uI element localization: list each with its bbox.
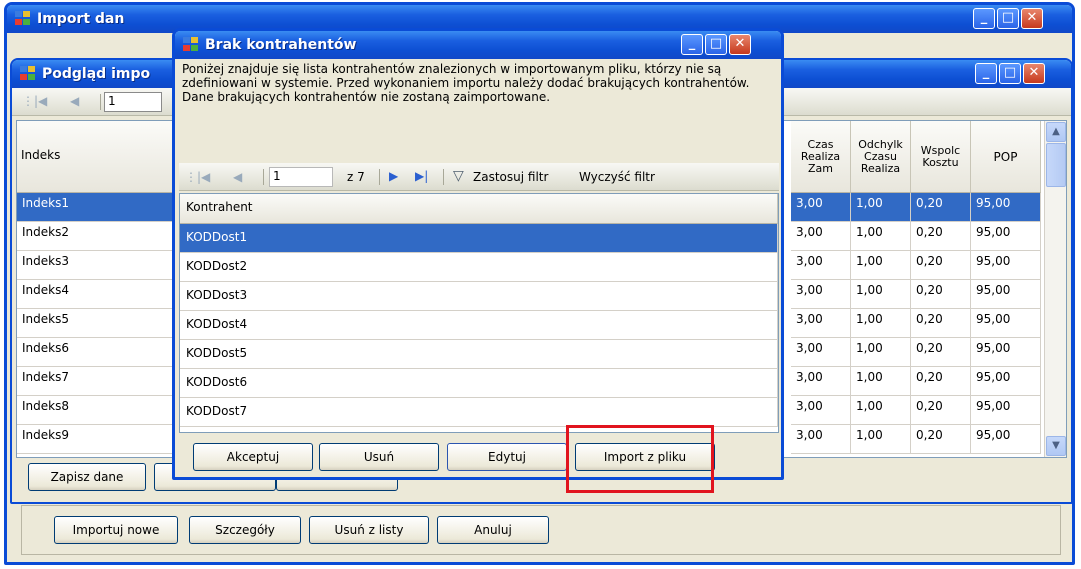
row-value-cell[interactable]: 1,00 [851,396,911,425]
cancel-button[interactable]: Anuluj [437,516,549,544]
contractor-row[interactable]: KODDost2 [180,253,778,282]
close-button[interactable]: ✕ [1021,8,1043,29]
row-value-cell[interactable]: 3,00 [791,425,851,454]
first-page-icon[interactable]: ⋮|◀ [22,94,47,108]
dialog-titlebar[interactable]: Brak kontrahentów _ □ ✕ [175,31,781,59]
row-value-cell[interactable]: 1,00 [851,193,911,222]
missing-contractors-dialog: Brak kontrahentów _ □ ✕ Poniżej znajduje… [172,28,784,480]
row-value-cell[interactable]: 0,20 [911,193,971,222]
row-value-cell[interactable]: 1,00 [851,425,911,454]
minimize-button[interactable]: _ [975,63,997,84]
row-value-cell[interactable]: 95,00 [971,251,1041,280]
separator [100,94,101,110]
delete-button[interactable]: Usuń [319,443,439,471]
contractor-row[interactable]: KODDost3 [180,282,778,311]
highlight-frame [566,425,714,493]
last-page-icon[interactable]: ▶| [415,169,428,183]
app-icon [20,66,36,81]
row-value-cell[interactable]: 3,00 [791,280,851,309]
row-value-cell[interactable]: 1,00 [851,367,911,396]
import-new-button[interactable]: Importuj nowe [54,516,178,544]
close-button[interactable]: ✕ [729,34,751,55]
contractor-row[interactable]: KODDost5 [180,340,778,369]
row-value-cell[interactable]: 0,20 [911,222,971,251]
row-value-cell[interactable]: 3,00 [791,396,851,425]
vertical-scrollbar[interactable]: ▲ ▼ [1044,121,1066,457]
dialog-pager-toolbar: ⋮|◀ ◀ 1 z 7 ▶ ▶| ▽ Zastosuj filtr Wyczyś… [179,163,779,191]
row-value-cell[interactable]: 3,00 [791,338,851,367]
column-header-kontrahent[interactable]: Kontrahent [180,194,778,224]
row-value-cell[interactable]: 0,20 [911,309,971,338]
maximize-button[interactable]: □ [999,63,1021,84]
prev-page-icon[interactable]: ◀ [70,94,79,108]
row-value-cell[interactable]: 3,00 [791,367,851,396]
row-value-cell[interactable]: 0,20 [911,280,971,309]
row-value-cell[interactable]: 3,00 [791,193,851,222]
row-value-cell[interactable]: 3,00 [791,309,851,338]
maximize-button[interactable]: □ [997,8,1019,29]
edit-button[interactable]: Edytuj [447,443,567,471]
row-value-cell[interactable]: 0,20 [911,338,971,367]
column-header-pop[interactable]: POP [971,121,1041,193]
apply-filter-button[interactable]: Zastosuj filtr [473,170,548,184]
scroll-down-button[interactable]: ▼ [1046,436,1066,456]
row-value-cell[interactable]: 95,00 [971,425,1041,454]
page-count-label: z 7 [347,170,365,184]
import-window-title: Import dan [37,11,125,27]
dialog-page-input[interactable]: 1 [269,167,333,187]
preview-window-title: Podgląd impo [42,66,151,82]
app-icon [183,37,199,52]
row-value-cell[interactable]: 95,00 [971,338,1041,367]
minimize-button[interactable]: _ [681,34,703,55]
row-value-cell[interactable]: 1,00 [851,309,911,338]
row-value-cell[interactable]: 1,00 [851,338,911,367]
first-page-icon[interactable]: ⋮|◀ [185,170,210,184]
maximize-button[interactable]: □ [705,34,727,55]
app-icon [15,11,31,26]
page-input[interactable]: 1 [104,92,162,112]
row-value-cell[interactable]: 1,00 [851,222,911,251]
contractor-row[interactable]: KODDost4 [180,311,778,340]
column-header-czas-realiza[interactable]: Czas Realiza Zam [791,121,851,193]
row-value-cell[interactable]: 95,00 [971,280,1041,309]
row-value-cell[interactable]: 95,00 [971,222,1041,251]
dialog-title: Brak kontrahentów [205,37,357,53]
dialog-message: Poniżej znajduje się lista kontrahentów … [182,62,750,104]
column-header-odchylk[interactable]: Odchylk Czasu Realiza [851,121,911,193]
row-value-cell[interactable]: 1,00 [851,280,911,309]
contractor-row[interactable]: KODDost7 [180,398,778,427]
row-value-cell[interactable]: 0,20 [911,251,971,280]
row-value-cell[interactable]: 0,20 [911,396,971,425]
row-value-cell[interactable]: 0,20 [911,367,971,396]
row-value-cell[interactable]: 95,00 [971,193,1041,222]
close-button[interactable]: ✕ [1023,63,1045,84]
minimize-button[interactable]: _ [973,8,995,29]
contractor-row[interactable]: KODDost1 [180,224,778,253]
row-value-cell[interactable]: 0,20 [911,425,971,454]
details-button[interactable]: Szczegóły [189,516,301,544]
separator [379,169,380,185]
remove-from-list-button[interactable]: Usuń z listy [309,516,429,544]
row-value-cell[interactable]: 95,00 [971,309,1041,338]
row-value-cell[interactable]: 95,00 [971,396,1041,425]
scroll-up-button[interactable]: ▲ [1046,122,1066,142]
save-data-button[interactable]: Zapisz dane [28,463,146,491]
row-value-cell[interactable]: 95,00 [971,367,1041,396]
row-value-cell[interactable]: 3,00 [791,251,851,280]
row-value-cell[interactable]: 3,00 [791,222,851,251]
row-value-cell[interactable]: 1,00 [851,251,911,280]
clear-filter-button[interactable]: Wyczyść filtr [579,170,655,184]
contractor-row[interactable]: KODDost6 [180,369,778,398]
column-header-wspolc[interactable]: Wspolc Kosztu [911,121,971,193]
contractors-grid: Kontrahent KODDost1 KODDost2 KODDost3 KODDo… [179,193,779,433]
prev-page-icon[interactable]: ◀ [233,170,242,184]
accept-button[interactable]: Akceptuj [193,443,313,471]
scroll-thumb[interactable] [1046,143,1066,187]
filter-icon[interactable]: ▽ [453,168,464,184]
separator [443,169,444,185]
separator [263,169,264,185]
next-page-icon[interactable]: ▶ [389,169,398,183]
